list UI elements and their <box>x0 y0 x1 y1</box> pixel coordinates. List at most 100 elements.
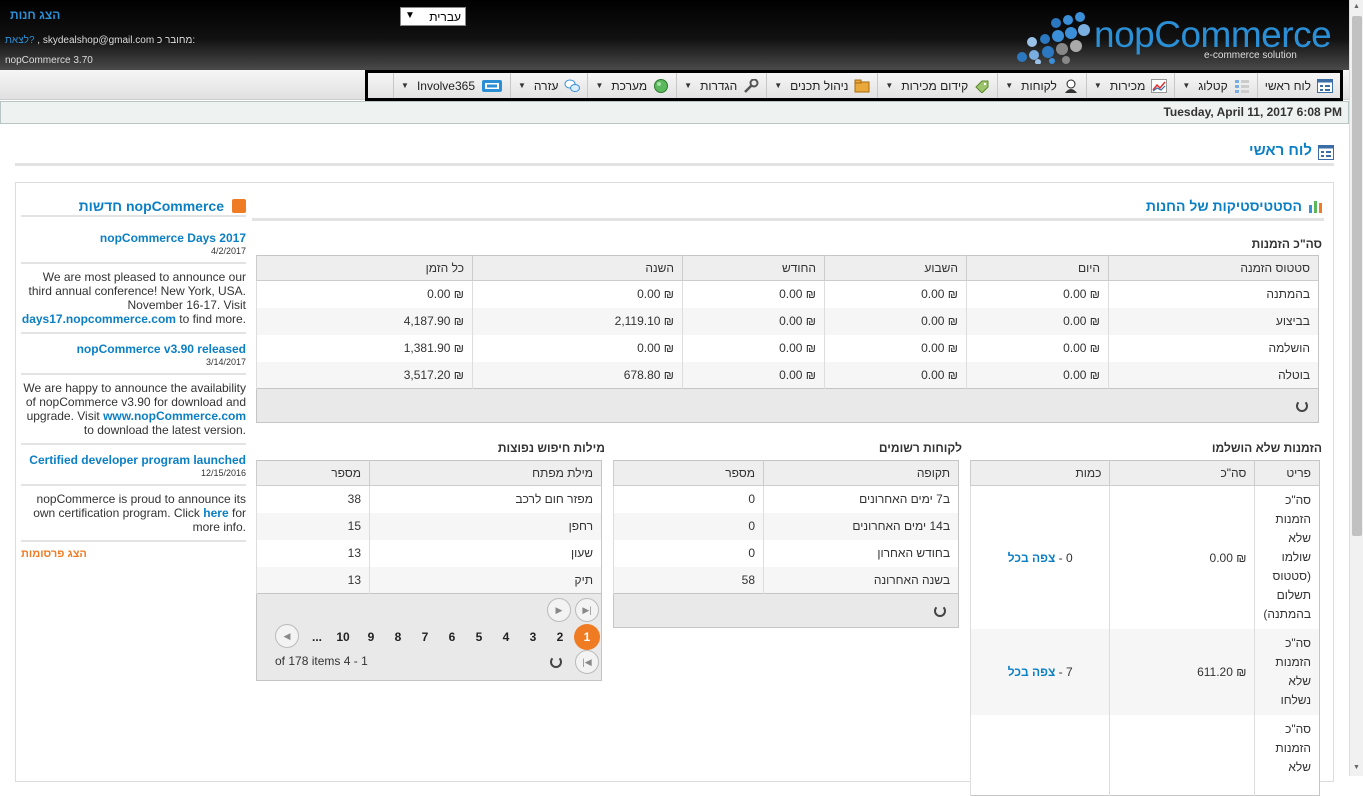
menu-item-catalog[interactable]: קטלוג ▼ <box>1174 73 1256 98</box>
logout-link[interactable]: לצאת? <box>5 35 35 46</box>
cell: סה"כ הזמנות שלא שולמו (סטטוס תשלום בהמתנ… <box>1254 485 1320 629</box>
table-row: סה"כ הזמנות שלא שולמו (סטטוס תשלום בהמתנ… <box>969 485 1320 629</box>
page-number[interactable]: 3 <box>522 626 544 648</box>
column-header[interactable]: סה"כ <box>1109 460 1255 486</box>
column-header[interactable]: החודש <box>682 255 825 281</box>
table-row: סה"כ הזמנות שלא נשלחו ₪ 611.20 7 - צפה ב… <box>969 629 1320 715</box>
news-item-title[interactable]: Certified developer program launched <box>21 445 246 467</box>
table-row: רחפן 15 <box>256 512 602 540</box>
news-item-title[interactable]: nopCommerce v3.90 released <box>21 334 246 356</box>
news-item-link[interactable]: here <box>203 506 228 520</box>
column-header[interactable]: כמות <box>969 460 1110 486</box>
cell: ₪ 3,517.20 <box>256 361 473 389</box>
menu-item-system[interactable]: מערכת ▼ <box>587 73 676 98</box>
menu-item-dashboard[interactable]: לוח ראשי <box>1256 73 1340 98</box>
column-header[interactable]: השנה <box>472 255 683 281</box>
column-header[interactable]: מילת מפתח <box>369 460 602 486</box>
refresh-icon[interactable] <box>1296 400 1308 412</box>
chevron-down-icon: ▼ <box>885 81 894 90</box>
column-header[interactable]: כל הזמן <box>256 255 473 281</box>
page-number[interactable]: 9 <box>360 626 382 648</box>
menu-item-settings[interactable]: הגדרות ▼ <box>676 73 766 98</box>
nopcommerce-logo: nopCommerce e-commerce solution <box>1012 10 1346 66</box>
cell: 0 - צפה בכל <box>969 485 1110 629</box>
rss-icon[interactable] <box>232 199 246 213</box>
page-number[interactable]: 8 <box>387 626 409 648</box>
page-number[interactable]: 4 <box>495 626 517 648</box>
news-item-tail: to find more. <box>179 312 246 326</box>
table-row: שעון 13 <box>256 539 602 567</box>
page-number[interactable]: 10 <box>332 626 354 648</box>
page-number[interactable]: 5 <box>468 626 490 648</box>
page-number[interactable]: 6 <box>441 626 463 648</box>
page-number[interactable]: 1 <box>574 624 600 650</box>
grid-footer <box>613 594 959 628</box>
news-item-link[interactable]: www.nopCommerce.com <box>103 409 246 423</box>
view-all-link[interactable]: צפה בכל <box>1008 551 1056 565</box>
news-item-title[interactable]: nopCommerce Days 2017 <box>21 217 246 245</box>
menu-label: עזרה <box>533 78 559 93</box>
cell: 13 <box>256 539 370 567</box>
menu-item-promotions[interactable]: קידום מכירות ▼ <box>877 73 997 98</box>
show-store-link[interactable]: הצג חנות <box>10 8 60 22</box>
news-item: nopCommerce v3.90 released 3/14/2017 <box>21 334 246 375</box>
show-promotions-link[interactable]: הצג פרסומות <box>21 542 246 560</box>
menu-item-involve365[interactable]: Involve365 ▼ <box>393 73 510 98</box>
menu-label: לקוחות <box>1021 78 1057 93</box>
menu-label: מערכת <box>611 78 648 93</box>
version-label: nopCommerce 3.70 <box>5 55 93 66</box>
column-header[interactable]: מספר <box>256 460 370 486</box>
customers-table: תקופה מספר ב7 ימים האחרונים 0 ב14 ימים הא… <box>613 460 959 594</box>
cell: ₪ 0.00 <box>966 280 1109 308</box>
chevron-down-icon: ▼ <box>401 81 409 90</box>
count: 7 <box>1065 665 1073 679</box>
scroll-up-icon[interactable]: ▲ <box>1353 3 1360 10</box>
date-bar: Tuesday, April 11, 2017 6:08 PM <box>0 101 1349 124</box>
view-all-link[interactable]: צפה בכל <box>1008 665 1056 679</box>
table-row: בביצוע ₪ 0.00 ₪ 0.00 ₪ 0.00 ₪ 2,119.10 ₪… <box>256 307 1319 335</box>
menu-item-customers[interactable]: לקוחות ▼ <box>997 73 1086 98</box>
table-row: ב7 ימים האחרונים 0 <box>613 485 959 513</box>
menu-item-sales[interactable]: מכירות ▼ <box>1085 73 1174 98</box>
page-ellipsis[interactable]: ... <box>306 626 328 648</box>
column-header[interactable]: תקופה <box>763 460 959 486</box>
page-number[interactable]: 2 <box>549 626 571 648</box>
table-row: בשנה האחרונה 58 <box>613 566 959 594</box>
column-header[interactable]: השבוע <box>824 255 967 281</box>
customers-icon <box>1064 79 1077 93</box>
language-select[interactable]: עברית ▼ <box>400 7 466 26</box>
incomplete-orders-grid: פריט סה"כ כמות סה"כ הזמנות שלא שולמו (סט… <box>969 460 1320 796</box>
cell: ₪ 0.00 <box>682 361 825 389</box>
chevron-down-icon: ▼ <box>1093 81 1102 90</box>
next-page-icon[interactable]: ▶ <box>547 598 571 622</box>
vertical-scrollbar[interactable]: ▲ ▼ <box>1349 0 1363 776</box>
cell: בביצוע <box>1108 307 1319 335</box>
menu-label: הגדרות <box>700 78 738 93</box>
refresh-icon[interactable] <box>550 656 562 668</box>
scrollbar-thumb[interactable] <box>1352 16 1362 536</box>
previous-page-icon[interactable]: ◀ <box>275 624 299 648</box>
cell: סה"כ הזמנות שלא <box>1254 715 1320 795</box>
cell: 38 <box>256 485 370 513</box>
cell: ₪ 0.00 <box>966 307 1109 335</box>
registered-customers-grid: תקופה מספר ב7 ימים האחרונים 0 ב14 ימים הא… <box>613 460 959 628</box>
column-header[interactable]: סטטוס הזמנה <box>1108 255 1319 281</box>
menu-item-help[interactable]: עזרה ▼ <box>510 73 587 98</box>
column-header[interactable]: פריט <box>1254 460 1320 486</box>
dashboard-content: חדשות nopCommerce nopCommerce Days 2017 … <box>15 182 1334 796</box>
cell: 7 - צפה בכל <box>969 629 1110 715</box>
last-page-icon[interactable]: ▶| <box>575 598 599 622</box>
cell: ₪ 0.00 <box>966 361 1109 389</box>
refresh-icon[interactable] <box>934 605 946 617</box>
first-page-icon[interactable]: |◀ <box>575 650 599 674</box>
cell: ₪ 0.00 <box>472 334 683 362</box>
news-item-link[interactable]: days17.nopcommerce.com <box>22 312 176 326</box>
page-number[interactable]: 7 <box>414 626 436 648</box>
scroll-down-icon[interactable]: ▼ <box>1353 764 1360 771</box>
menu-item-content[interactable]: ניהול תכנים ▼ <box>766 73 877 98</box>
catalog-icon <box>1234 79 1249 93</box>
menu-label: מכירות <box>1109 78 1146 93</box>
column-header[interactable]: מספר <box>613 460 764 486</box>
cell: שעון <box>369 539 602 567</box>
column-header[interactable]: היום <box>966 255 1109 281</box>
